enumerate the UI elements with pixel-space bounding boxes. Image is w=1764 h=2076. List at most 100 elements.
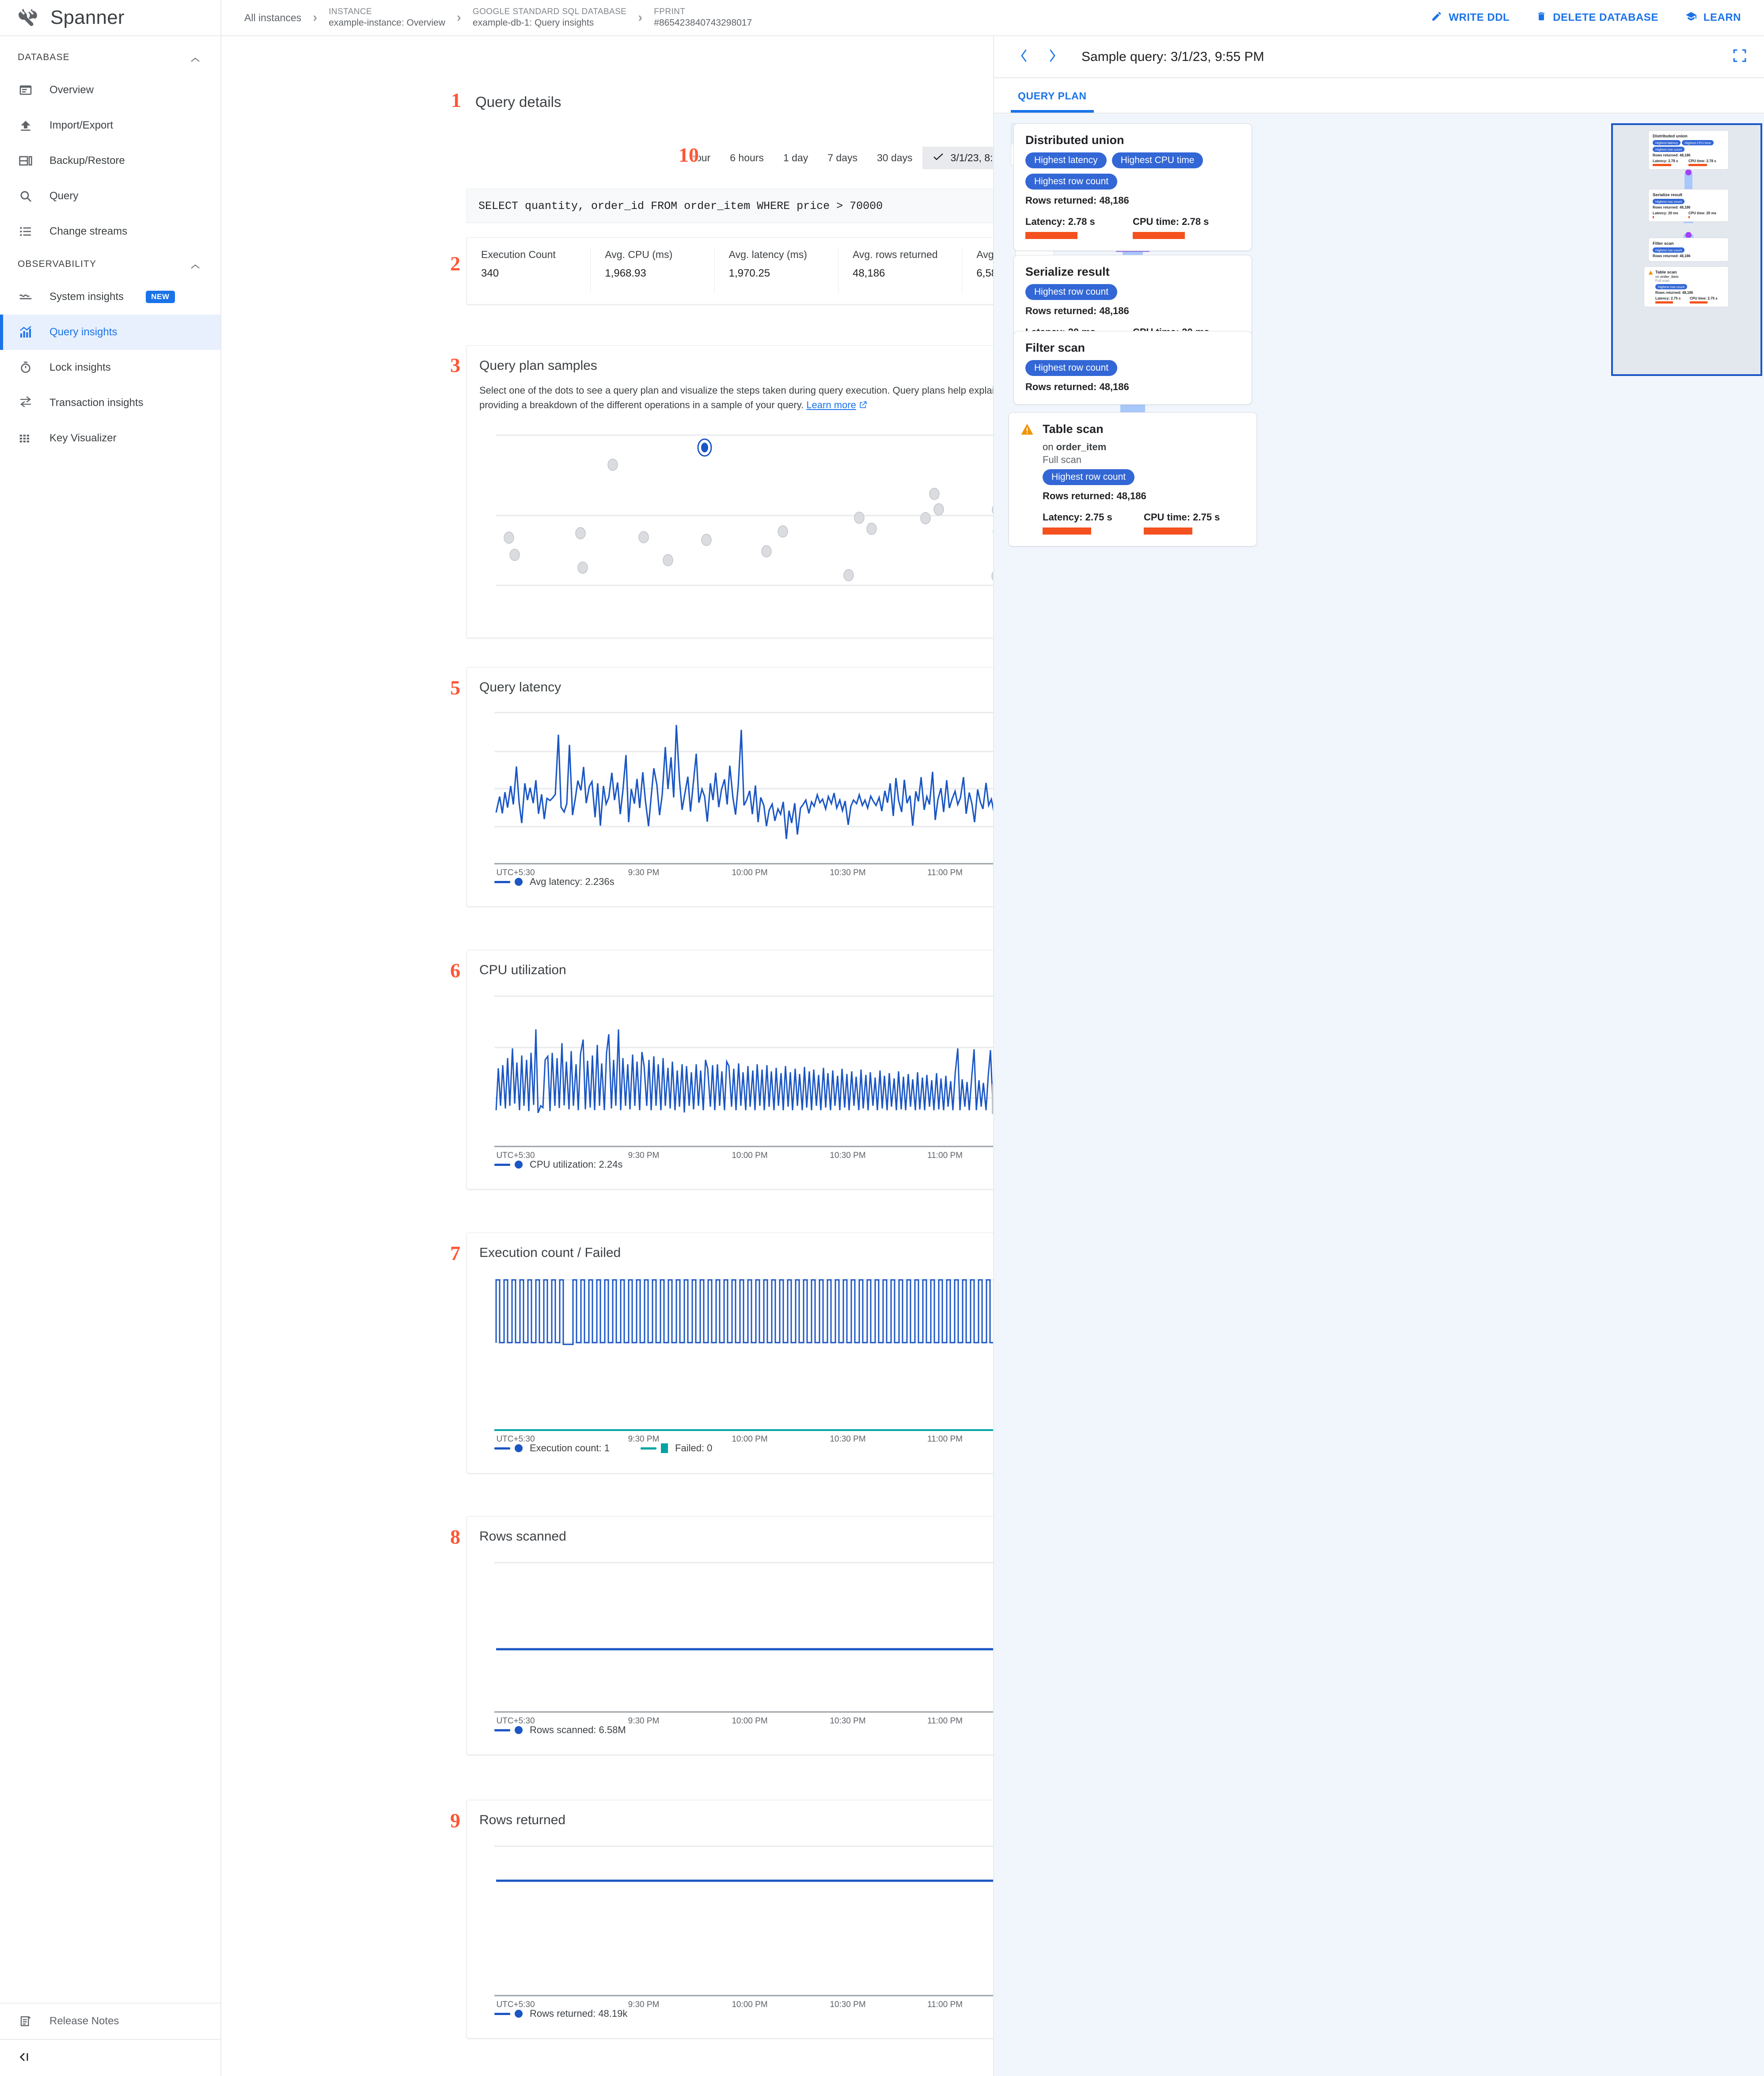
svg-text:11:00 PM: 11:00 PM [927, 1435, 963, 1442]
delete-database-button[interactable]: DELETE DATABASE [1523, 11, 1672, 25]
page-title: Query details [475, 94, 561, 110]
minimap-node-filter-scan: Filter scan Highest row count Rows retur… [1648, 238, 1729, 262]
plan-node-cpu-bar [1144, 528, 1192, 535]
annotation-5: 5 [450, 676, 460, 699]
fullscreen-icon[interactable] [1732, 48, 1747, 65]
svg-text:UTC+5:30: UTC+5:30 [496, 1716, 535, 1724]
plan-node-distributed-union[interactable]: Distributed union Highest latency Highes… [1013, 123, 1252, 251]
sidebar-item-overview[interactable]: Overview [0, 72, 220, 108]
chip-highest-cpu-time: Highest CPU time [1112, 152, 1203, 168]
minimap-latency-bar [1653, 216, 1654, 218]
time-option-1-hour[interactable]: 1 hour [672, 148, 720, 168]
plan-minimap[interactable]: Distributed union Highest latency Highes… [1611, 123, 1762, 376]
minimap-edge-1 [1684, 173, 1692, 191]
breadcrumb-instance[interactable]: INSTANCE example-instance: Overview [329, 7, 445, 29]
sidebar-item-change-streams[interactable]: Change streams [0, 214, 220, 249]
sidebar-item-lock-insights[interactable]: Lock insights [0, 350, 220, 385]
product-brand[interactable]: Spanner [0, 0, 221, 35]
sidebar-group-observability-label: OBSERVABILITY [18, 259, 97, 269]
sidebar-collapse-button[interactable] [0, 2039, 220, 2076]
chevron-up-icon [190, 55, 200, 62]
legend-cpu-utilization[interactable]: CPU utilization: 2.24s [494, 1159, 622, 1170]
stat-avg-rows-returned: Avg. rows returned 48,186 [838, 248, 963, 293]
time-option-6-hours[interactable]: 6 hours [720, 148, 774, 168]
sidebar-nav: DATABASE Overview Import/Export Backup/R… [0, 36, 220, 2003]
legend-dot-swatch [515, 1726, 523, 1734]
breadcrumb-all-instances[interactable]: All instances [244, 12, 301, 24]
learn-label: LEARN [1703, 11, 1741, 23]
execution-count-title: Execution count / Failed [479, 1245, 621, 1260]
time-option-1-day[interactable]: 1 day [774, 148, 818, 168]
sidebar-group-observability[interactable]: OBSERVABILITY [0, 249, 220, 279]
query-latency-chart[interactable]: 3s2.5s 2s1.5s 1s UTC+5:30 9:30 PM 10:00 … [467, 695, 993, 876]
sidebar-item-query[interactable]: Query [0, 178, 220, 214]
breadcrumb-fprint[interactable]: FPRINT #865423840743298017 [654, 7, 752, 29]
legend-dot-swatch [515, 1161, 523, 1169]
sidebar-item-query-insights[interactable]: Query insights [0, 315, 220, 350]
sidebar-item-release-notes[interactable]: Release Notes [0, 2004, 220, 2039]
svg-text:UTC+5:30: UTC+5:30 [496, 1151, 535, 1159]
legend-execution-count[interactable]: Execution count: 1 [494, 1442, 610, 1454]
plan-node-rows-returned: Rows returned: 48,186 [1043, 490, 1146, 501]
plan-node-metrics: Latency: 2.75 s CPU time: 2.75 s [1020, 512, 1245, 535]
legend-square-swatch [661, 1443, 668, 1453]
query-plan-samples-scatter[interactable]: 3.00s 2.25s 1.50s [467, 413, 993, 590]
chevron-up-icon [190, 262, 200, 269]
spanner-query-insights-page: Spanner All instances › INSTANCE example… [0, 0, 1764, 2076]
annotation-3: 3 [450, 354, 460, 376]
sql-query-text: SELECT quantity, order_id FROM order_ite… [478, 199, 883, 213]
minimap-latency: Latency: 2.78 s [1653, 159, 1678, 163]
rows-scanned-chart[interactable]: 7M6M UTC+5:30 9:30 PM 10:00 PM 10:30 PM … [467, 1544, 993, 1724]
sidebar-item-backup-restore[interactable]: Backup/Restore [0, 143, 220, 178]
minimap-node-serialize-result: Serialize result Highest row count Rows … [1648, 189, 1729, 222]
custom-time-range-dropdown[interactable]: 3/1/23, 8:43 PM - 3/2/23, 12:04 AM [922, 147, 993, 169]
sidebar-item-system-insights-label: System insights [49, 291, 124, 303]
rows-returned-chart[interactable]: 50k40k UTC+5:30 9:30 PM 10:00 PM 10:30 P… [467, 1828, 993, 2008]
minimap-edge-dot-1 [1685, 169, 1692, 175]
sidebar-item-key-visualizer[interactable]: Key Visualizer [0, 421, 220, 456]
minimap-node-title: Serialize result [1653, 193, 1683, 197]
plan-node-rows-returned: Rows returned: 48,186 [1025, 195, 1129, 206]
execution-count-chart[interactable]: 210 UTC+5:30 9:30 PM 10:00 PM 10:30 PM 1… [467, 1260, 993, 1442]
legend-avg-latency[interactable]: Avg latency: 2.236s [494, 876, 615, 888]
legend-failed[interactable]: Failed: 0 [641, 1442, 712, 1454]
plan-node-metrics: Latency: 2.78 s CPU time: 2.78 s [1025, 216, 1240, 239]
annotation-9: 9 [450, 1809, 460, 1832]
sidebar-item-import-export[interactable]: Import/Export [0, 108, 220, 143]
execution-count-svg: 210 UTC+5:30 9:30 PM 10:00 PM 10:30 PM 1… [494, 1279, 993, 1442]
breadcrumb-separator-icon: › [638, 10, 643, 25]
stat-label: Avg. rows returned [852, 249, 938, 260]
plan-node-latency-label: Latency: 2.78 s [1025, 216, 1095, 227]
sidebar-item-lock-insights-label: Lock insights [49, 361, 111, 373]
minimap-cpu: CPU time: 2.75 s [1690, 296, 1718, 300]
svg-text:10:00 PM: 10:00 PM [732, 1435, 767, 1442]
plan-node-filter-scan[interactable]: Filter scan Highest row count Rows retur… [1013, 331, 1252, 405]
cpu-utilization-chart[interactable]: 6s4s 2s0 UTC+5:30 9:30 PM 10:00 PM 10:30… [467, 978, 993, 1159]
learn-button[interactable]: LEARN [1672, 11, 1754, 25]
minimap-chip: Highest row count [1653, 247, 1685, 253]
previous-sample-button[interactable] [1011, 43, 1038, 71]
sidebar-group-database[interactable]: DATABASE [0, 42, 220, 72]
sidebar-item-transaction-insights[interactable]: Transaction insights [0, 385, 220, 421]
svg-text:9:30 PM: 9:30 PM [628, 1716, 660, 1724]
new-badge: NEW [146, 291, 175, 303]
query-plan-canvas[interactable]: EXPANDED COMPACT + − [994, 114, 1764, 2076]
legend-rows-scanned[interactable]: Rows scanned: 6.58M [494, 1724, 626, 1736]
rows-scanned-legend: Rows scanned: 6.58M [467, 1724, 993, 1749]
legend-rows-returned[interactable]: Rows returned: 48.19k [494, 2008, 627, 2019]
sidebar-item-system-insights[interactable]: System insights NEW [0, 279, 220, 315]
learn-more-link[interactable]: Learn more [806, 399, 856, 410]
legend-line-swatch [494, 1163, 510, 1166]
write-ddl-button[interactable]: WRITE DDL [1418, 11, 1523, 25]
sample-query-title: Sample query: 3/1/23, 9:55 PM [1081, 49, 1264, 64]
tab-query-plan[interactable]: QUERY PLAN [1011, 90, 1094, 113]
time-option-7-days[interactable]: 7 days [818, 148, 867, 168]
next-sample-button[interactable] [1038, 43, 1066, 71]
plan-node-table-scan[interactable]: Table scan on order_item Full scan Highe… [1009, 412, 1257, 547]
rows-returned-card: Rows returned 50k40k UTC+5:30 [467, 1800, 993, 2038]
time-option-30-days[interactable]: 30 days [867, 148, 922, 168]
query-plan-tabs: QUERY PLAN [994, 78, 1764, 114]
breadcrumb-database[interactable]: GOOGLE STANDARD SQL DATABASE example-db-… [473, 7, 626, 29]
svg-text:11:00 PM: 11:00 PM [927, 1151, 963, 1159]
legend-line-swatch [494, 880, 510, 883]
